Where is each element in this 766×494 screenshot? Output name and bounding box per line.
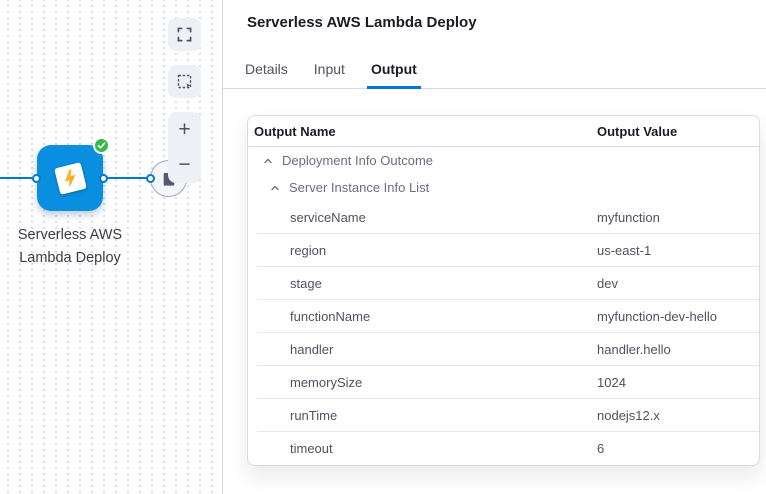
marquee-select-icon <box>177 74 193 90</box>
node-label: Serverless AWS Lambda Deploy <box>0 224 140 270</box>
fullscreen-button[interactable] <box>168 18 201 51</box>
zoom-in-button[interactable]: + <box>168 112 201 148</box>
node-label-line2: Lambda Deploy <box>19 250 121 266</box>
output-name-cell: functionName <box>248 309 597 324</box>
table-row: serviceName myfunction <box>248 201 759 234</box>
output-name-cell: runTime <box>248 408 597 423</box>
column-header-output-name: Output Name <box>248 124 597 139</box>
output-name-cell: region <box>248 243 597 258</box>
marquee-select-button[interactable] <box>168 65 201 98</box>
output-value-cell: myfunction-dev-hello <box>597 309 759 324</box>
connection-point <box>146 174 155 183</box>
fullscreen-icon <box>177 27 192 42</box>
output-value-cell: dev <box>597 276 759 291</box>
table-row: runTime nodejs12.x <box>248 399 759 432</box>
check-icon <box>97 141 106 150</box>
panel-title: Serverless AWS Lambda Deploy <box>247 14 477 31</box>
tab-bar: Details Input Output <box>223 56 766 89</box>
column-header-output-value: Output Value <box>597 124 759 139</box>
output-name-cell: stage <box>248 276 597 291</box>
group-label: Server Instance Info List <box>289 180 429 195</box>
output-name-cell: handler <box>248 342 597 357</box>
step-node-serverless-aws-lambda-deploy[interactable] <box>37 145 103 211</box>
chevron-up-icon[interactable] <box>260 153 276 169</box>
table-row: region us-east-1 <box>248 234 759 267</box>
connection-point <box>32 174 41 183</box>
output-value-cell: 6 <box>597 441 759 456</box>
output-name-cell: serviceName <box>248 210 597 225</box>
chevron-up-icon[interactable] <box>267 180 283 196</box>
output-name-cell: memorySize <box>248 375 597 390</box>
tab-input[interactable]: Input <box>310 61 349 89</box>
pipeline-canvas[interactable]: Serverless AWS Lambda Deploy + − <box>0 0 222 494</box>
output-value-cell: us-east-1 <box>597 243 759 258</box>
table-row: functionName myfunction-dev-hello <box>248 300 759 333</box>
output-value-cell: handler.hello <box>597 342 759 357</box>
zoom-out-button[interactable]: − <box>168 148 201 184</box>
connection-point <box>99 174 108 183</box>
table-header-row: Output Name Output Value <box>248 116 759 147</box>
table-row: stage dev <box>248 267 759 300</box>
table-row: timeout 6 <box>248 432 759 465</box>
output-value-cell: nodejs12.x <box>597 408 759 423</box>
zoom-controls: + − <box>168 112 201 183</box>
table-row: memorySize 1024 <box>248 366 759 399</box>
group-row-deployment-info-outcome[interactable]: Deployment Info Outcome <box>248 147 759 174</box>
output-table-card: Output Name Output Value Deployment Info… <box>247 115 760 466</box>
app-window: Serverless AWS Lambda Deploy + − Serverl… <box>0 0 766 494</box>
tab-details[interactable]: Details <box>241 61 292 89</box>
output-value-cell: 1024 <box>597 375 759 390</box>
output-value-cell: myfunction <box>597 210 759 225</box>
success-check-badge <box>93 137 110 154</box>
table-row: handler handler.hello <box>248 333 759 366</box>
group-label: Deployment Info Outcome <box>282 153 433 168</box>
output-name-cell: timeout <box>248 441 597 456</box>
lightning-bolt-icon <box>58 166 81 189</box>
group-row-server-instance-info-list[interactable]: Server Instance Info List <box>248 174 759 201</box>
tab-output[interactable]: Output <box>367 61 421 89</box>
lambda-diamond-icon <box>54 162 87 195</box>
connector-line-right <box>104 177 152 179</box>
node-label-line1: Serverless AWS <box>18 227 122 243</box>
step-details-panel: Serverless AWS Lambda Deploy Details Inp… <box>223 0 766 494</box>
